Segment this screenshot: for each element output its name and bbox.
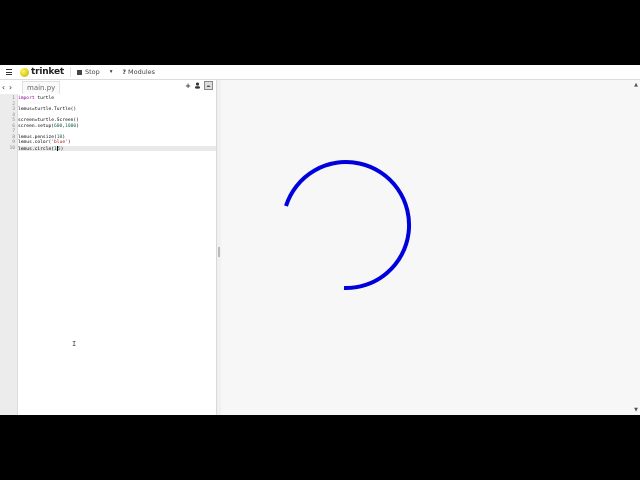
turtle-output-canvas: ▲ ▼ <box>221 80 640 415</box>
code-token: lemus <box>18 107 32 112</box>
code-token: screen <box>18 118 35 123</box>
run-options-dropdown-icon[interactable]: ▾ <box>110 69 113 75</box>
code-token: ) <box>60 146 64 152</box>
code-token: () <box>73 118 79 123</box>
brand-name: trinket <box>31 67 64 77</box>
toolbar-divider <box>69 67 71 77</box>
stop-button[interactable]: Stop <box>76 68 100 76</box>
chevron-right-icon[interactable]: › <box>7 83 14 92</box>
code-token: 1000 <box>65 123 77 129</box>
tab-main-py[interactable]: main.py <box>22 80 61 94</box>
trinket-logo-icon <box>20 67 29 77</box>
code-token: import <box>18 96 35 101</box>
code-token: turtle <box>34 96 54 101</box>
code-token: lemus <box>18 134 32 140</box>
add-file-icon[interactable]: + <box>185 82 191 90</box>
turtle-drawing <box>284 160 411 291</box>
stop-icon <box>76 69 82 75</box>
code-token: 'blue' <box>51 140 68 145</box>
code-token: color <box>34 140 49 145</box>
modules-label: Modules <box>128 68 156 76</box>
code-area[interactable]: 1 import turtle 2 3 lemus=turtle.Turtle() 4 5 s… <box>9 94 216 415</box>
question-icon: ? <box>122 68 127 76</box>
code-token: Turtle <box>54 107 71 112</box>
grip-icon <box>218 247 220 257</box>
stop-label: Stop <box>84 68 100 76</box>
blue-circle-arc <box>284 160 411 291</box>
code-token: ) <box>76 123 79 129</box>
code-token: screen <box>18 123 35 129</box>
trinket-logo[interactable]: trinket <box>20 67 64 77</box>
code-token: turtle <box>37 118 54 123</box>
code-token: lemus <box>18 140 32 145</box>
editor-actions: + <box>185 81 213 90</box>
top-toolbar: trinket Stop ▾ ? Modules <box>0 65 640 80</box>
editor-tabbar: ‹ › main.py + <box>0 80 217 94</box>
code-token: setup <box>37 123 52 129</box>
code-token: Screen <box>56 118 74 123</box>
code-line[interactable]: 10 lemus.circle(15) <box>9 145 216 152</box>
text-cursor-icon: I <box>72 340 77 348</box>
scroll-down-icon[interactable]: ▼ <box>634 407 638 413</box>
code-token: lemus <box>18 146 32 152</box>
code-token: () <box>70 107 77 112</box>
person-icon[interactable] <box>194 82 201 89</box>
chevron-left-icon[interactable]: ‹ <box>0 83 7 92</box>
hamburger-menu-icon[interactable] <box>3 65 15 79</box>
code-token: turtle <box>34 107 52 112</box>
code-token: circle <box>34 146 52 152</box>
image-icon[interactable] <box>204 81 213 90</box>
trinket-app: trinket Stop ▾ ? Modules ‹ › main.py + 1… <box>0 65 640 415</box>
tab-label: main.py <box>27 83 56 92</box>
code-token: ) <box>67 140 71 145</box>
line-number: 10 <box>9 145 15 151</box>
code-editor[interactable]: 1 import turtle 2 3 lemus=turtle.Turtle() 4 5 s… <box>0 94 216 415</box>
modules-button[interactable]: ? Modules <box>123 68 156 76</box>
code-token: pensize <box>34 134 54 140</box>
code-token: ) <box>62 134 66 140</box>
